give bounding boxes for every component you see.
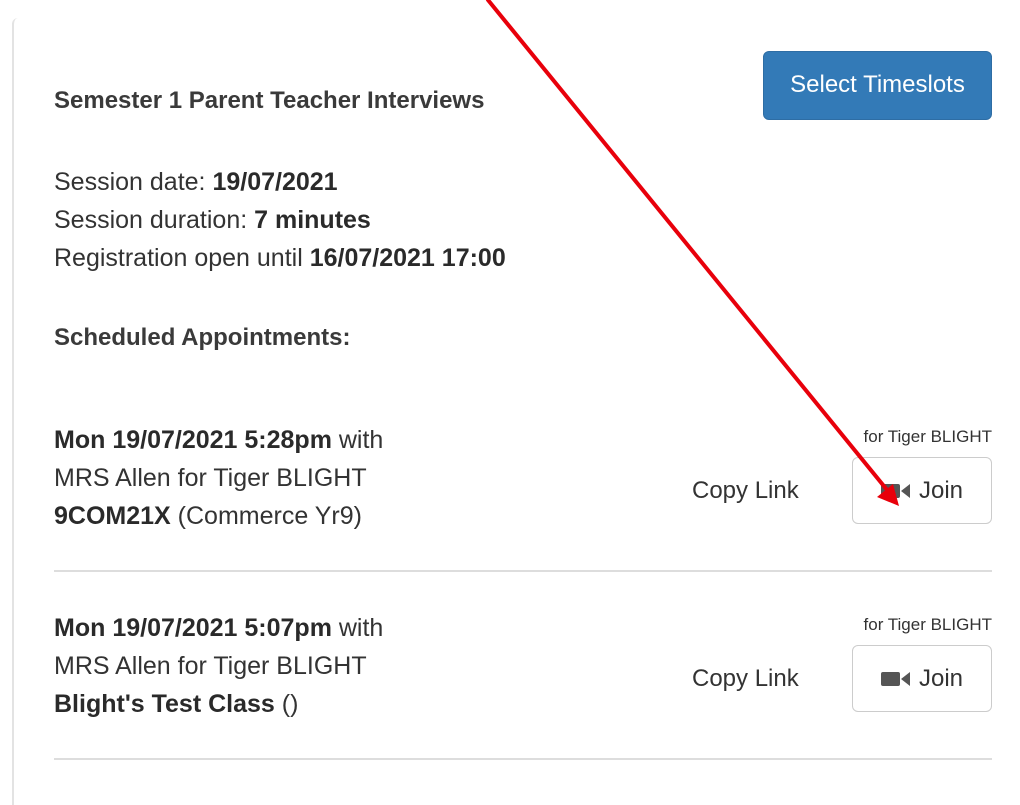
copy-link-button[interactable]: Copy Link	[692, 665, 799, 693]
appointment-datetime: Mon 19/07/2021 5:28pm	[54, 426, 332, 454]
registration-value: 16/07/2021 17:00	[309, 244, 506, 272]
appointment-divider	[54, 570, 992, 572]
scheduled-appointments-heading: Scheduled Appointments:	[54, 324, 351, 351]
appointment-class-line: 9COM21X (Commerce Yr9)	[54, 497, 383, 535]
session-date-line: Session date: 19/07/2021	[54, 163, 506, 201]
session-duration-line: Session duration: 7 minutes	[54, 201, 506, 239]
appointment-with-label: with	[331, 426, 384, 454]
video-camera-icon	[880, 483, 910, 498]
select-timeslots-button[interactable]: Select Timeslots	[763, 51, 992, 120]
appointment-teacher-line: MRS Allen for Tiger BLIGHT	[54, 652, 367, 680]
registration-line: Registration open until 16/07/2021 17:00	[54, 239, 506, 277]
session-duration-label: Session duration:	[54, 206, 255, 234]
appointment-with-label: with	[331, 614, 384, 642]
appointment-item: Mon 19/07/2021 5:07pm with MRS Allen for…	[54, 609, 992, 749]
join-button[interactable]: Join	[852, 645, 992, 712]
appointment-class-name: (Commerce Yr9)	[170, 502, 362, 530]
appointment-for-student: for Tiger BLIGHT	[863, 615, 992, 634]
appointment-time-line: Mon 19/07/2021 5:07pm with	[54, 609, 383, 647]
copy-link-button[interactable]: Copy Link	[692, 477, 799, 505]
appointment-item: Mon 19/07/2021 5:28pm with MRS Allen for…	[54, 421, 992, 561]
appointment-class-code: 9COM21X	[54, 502, 171, 530]
appointment-class-code: Blight's Test Class	[54, 690, 275, 718]
registration-label: Registration open until	[54, 244, 310, 272]
appointment-class-name: ()	[274, 690, 299, 718]
appointment-datetime: Mon 19/07/2021 5:07pm	[54, 614, 332, 642]
session-duration-value: 7 minutes	[254, 206, 371, 234]
join-label: Join	[918, 664, 964, 692]
join-button[interactable]: Join	[852, 457, 992, 524]
appointment-for-student: for Tiger BLIGHT	[863, 427, 992, 446]
session-date-value: 19/07/2021	[212, 168, 338, 196]
appointment-time-line: Mon 19/07/2021 5:28pm with	[54, 421, 383, 459]
video-camera-icon	[880, 671, 910, 686]
appointment-teacher-line: MRS Allen for Tiger BLIGHT	[54, 464, 367, 492]
page-title: Semester 1 Parent Teacher Interviews	[54, 87, 485, 114]
session-date-label: Session date:	[54, 168, 213, 196]
join-label: Join	[918, 476, 964, 504]
appointment-divider	[54, 758, 992, 760]
session-info: Session date: 19/07/2021 Session duratio…	[54, 163, 506, 277]
appointment-class-line: Blight's Test Class ()	[54, 685, 383, 723]
appointment-details: Mon 19/07/2021 5:28pm with MRS Allen for…	[54, 421, 383, 535]
appointment-details: Mon 19/07/2021 5:07pm with MRS Allen for…	[54, 609, 383, 723]
